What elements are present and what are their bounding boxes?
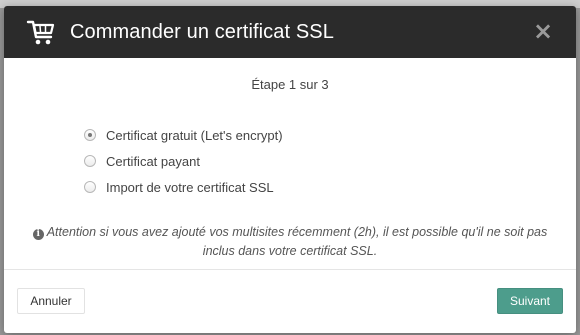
option-label: Certificat payant — [106, 153, 200, 169]
next-button[interactable]: Suivant — [497, 288, 563, 314]
radio-import-certificate[interactable] — [84, 181, 96, 193]
option-label: Import de votre certificat SSL — [106, 179, 274, 195]
option-paid-certificate[interactable]: Certificat payant — [84, 148, 576, 174]
certificate-type-options: Certificat gratuit (Let's encrypt) Certi… — [84, 122, 576, 200]
option-label: Certificat gratuit (Let's encrypt) — [106, 127, 283, 143]
option-import-certificate[interactable]: Import de votre certificat SSL — [84, 174, 576, 200]
step-indicator: Étape 1 sur 3 — [251, 77, 329, 92]
radio-paid-certificate[interactable] — [84, 155, 96, 167]
modal-title: Commander un certificat SSL — [70, 20, 334, 43]
multisite-notice: i Attention si vous avez ajouté vos multi… — [20, 223, 560, 261]
modal-footer: Annuler Suivant — [4, 269, 576, 333]
cancel-button[interactable]: Annuler — [17, 288, 85, 314]
modal-header: Commander un certificat SSL × — [4, 6, 576, 58]
notice-text: Attention si vous avez ajouté vos multis… — [46, 225, 548, 258]
close-icon[interactable]: × — [532, 17, 554, 45]
info-icon: i — [32, 229, 44, 240]
order-ssl-modal: Commander un certificat SSL × Étape 1 su… — [4, 6, 576, 333]
radio-free-certificate[interactable] — [84, 129, 96, 141]
shopping-cart-icon — [26, 17, 56, 47]
option-free-certificate[interactable]: Certificat gratuit (Let's encrypt) — [84, 122, 576, 148]
